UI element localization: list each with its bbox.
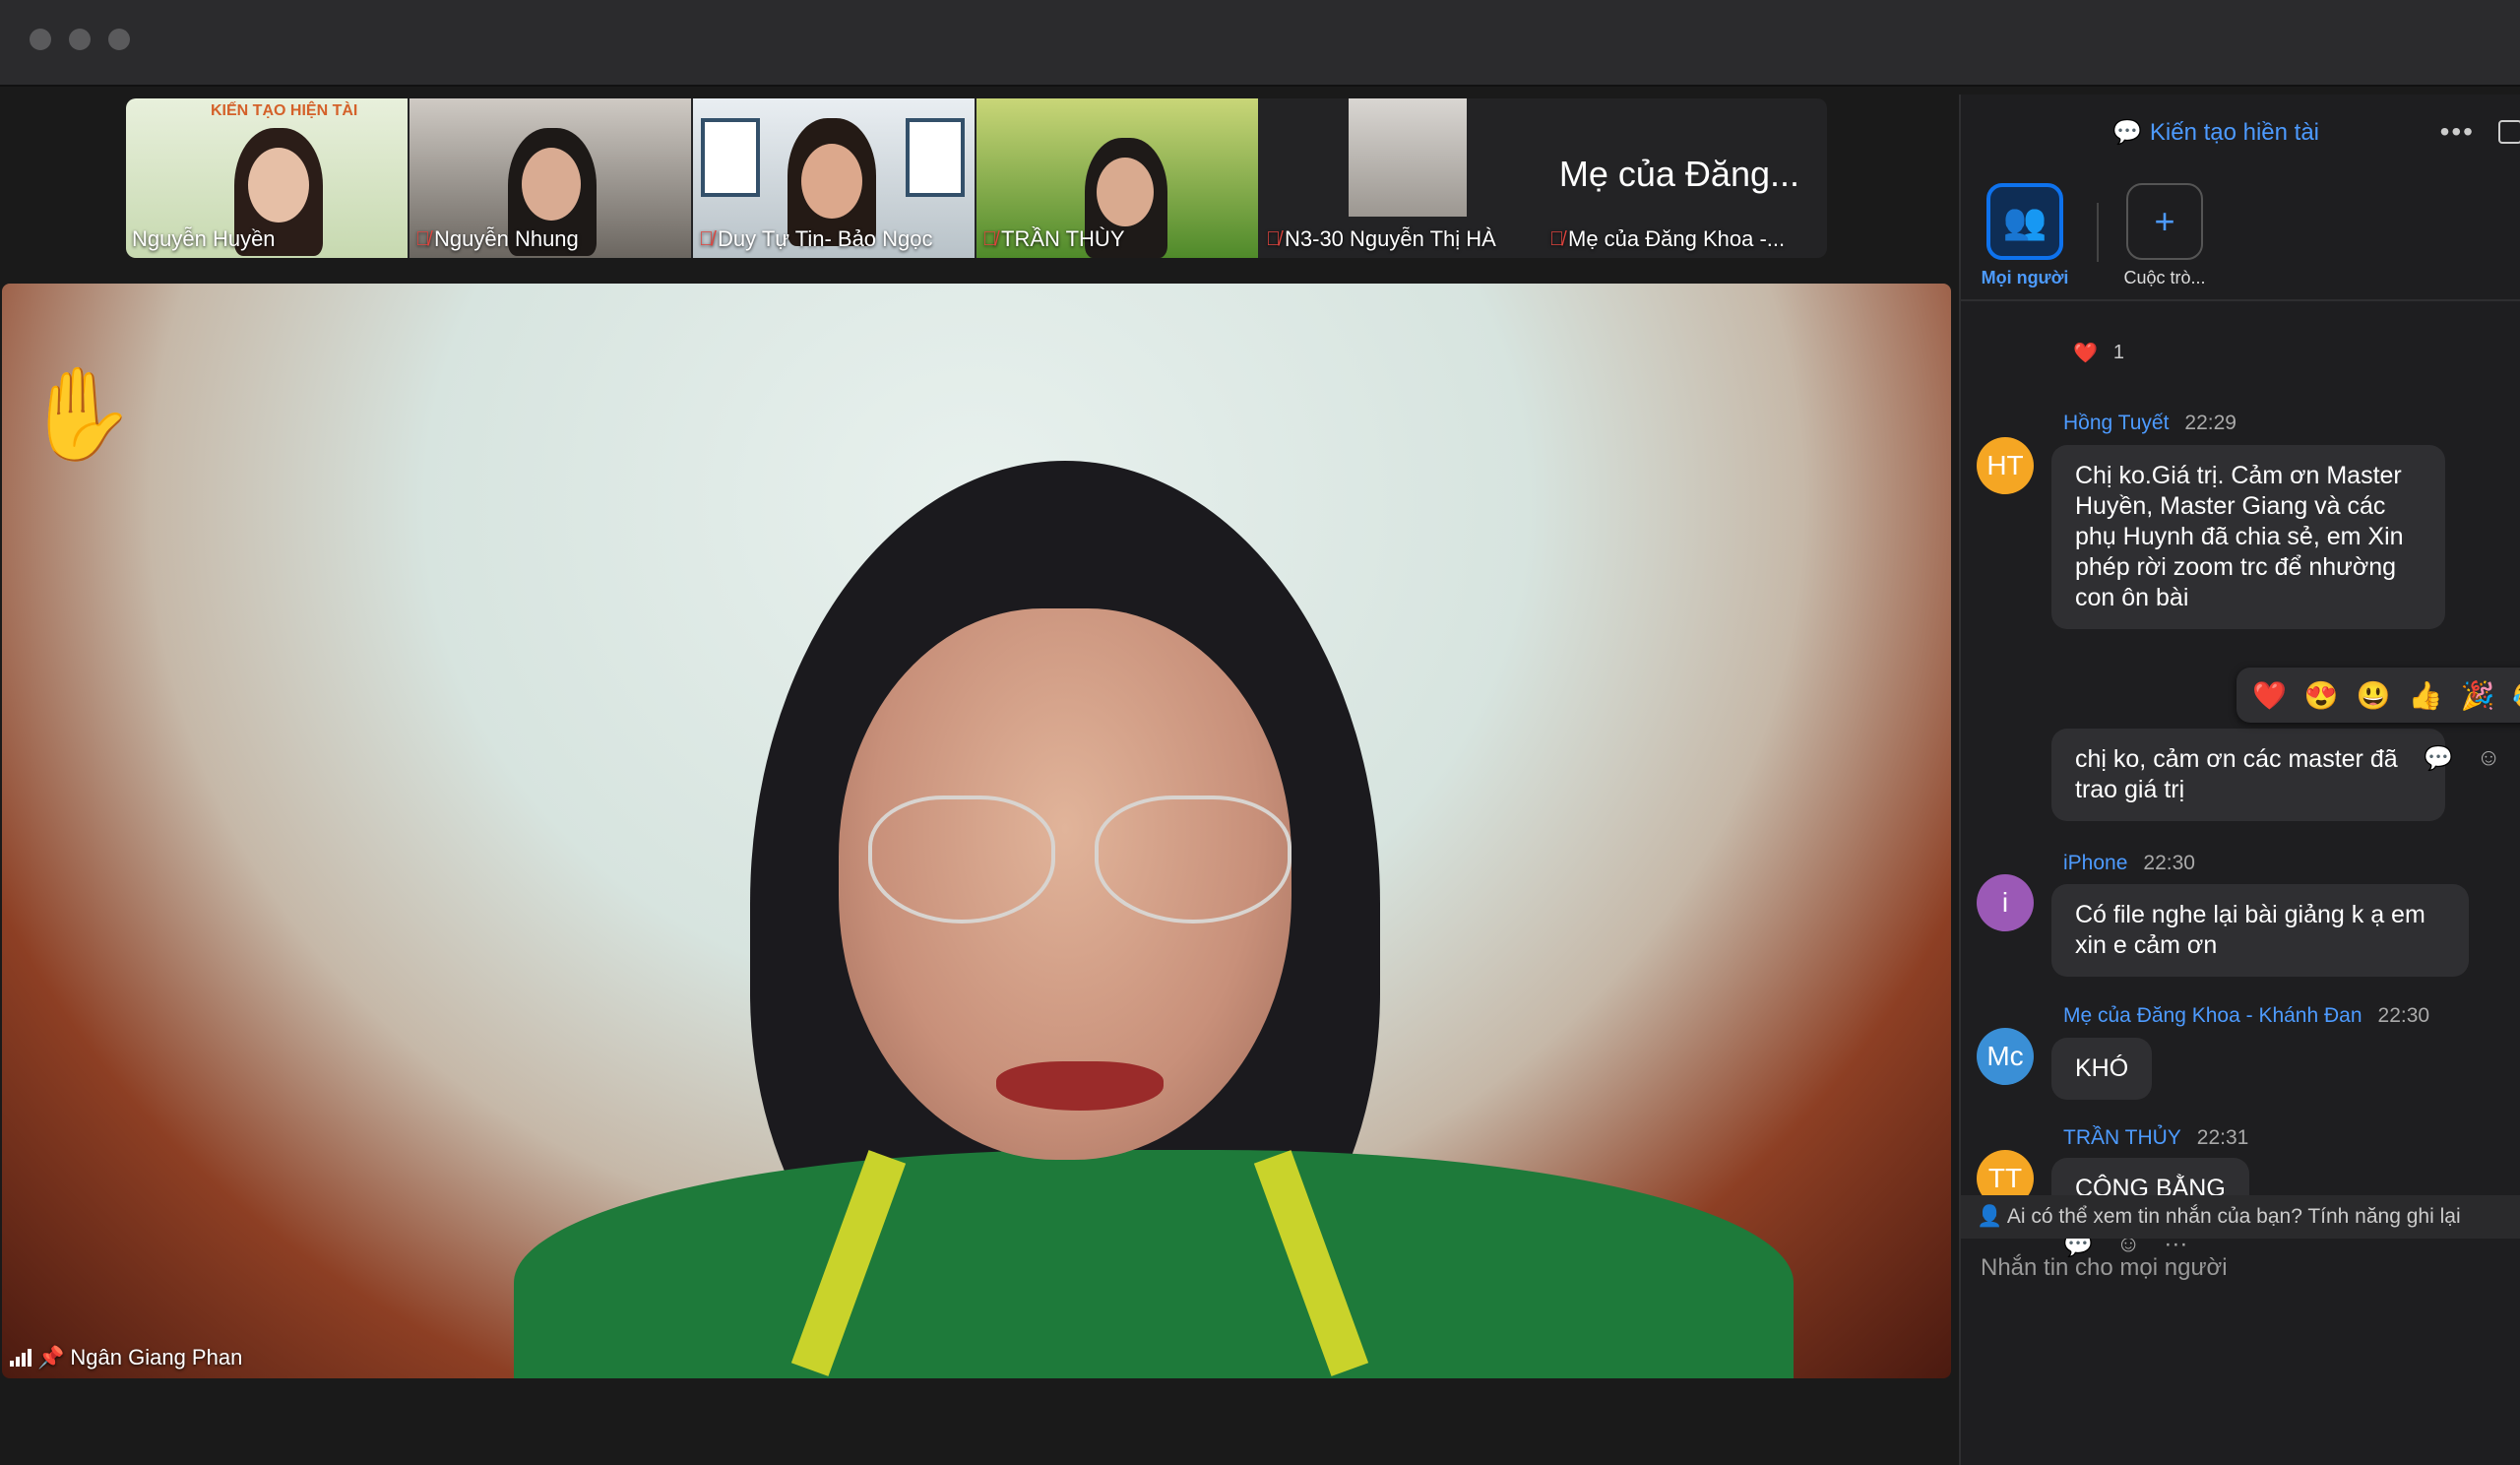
plus-icon: + (2126, 183, 2203, 260)
participant-name: N3-30 Nguyễn Thị HÀ (1285, 226, 1496, 251)
emoji-heart[interactable]: ❤️ (2252, 679, 2287, 712)
chat-title[interactable]: 💬 Kiến tạo hiền tài (2112, 118, 2319, 147)
message-header: Mẹ của Đăng Khoa - Khánh Đan 22:30 (2063, 1004, 2430, 1027)
heart-icon: ❤️ (2073, 343, 2098, 364)
tile-banner: KIẾN TẠO HIỆN TÀI (211, 102, 358, 119)
mic-off-icon: 🎙̸ (1266, 227, 1281, 250)
emoji-smile[interactable]: 😃 (2357, 679, 2391, 712)
participant-name: TRẦN THÙY (1001, 226, 1125, 251)
message-header: Hồng Tuyết 22:29 (2063, 412, 2236, 434)
tab-new-conversation[interactable]: + Cuộc trò... (2101, 183, 2229, 288)
minimize-window-button[interactable] (69, 29, 91, 50)
mic-off-icon: 🎙̸ (699, 227, 714, 250)
emoji-heart-eyes[interactable]: 😍 (2304, 679, 2339, 712)
speaker-name: Ngân Giang Phan (70, 1345, 243, 1369)
popout-icon[interactable] (2498, 120, 2520, 144)
participant-name: Mẹ của Đăng Khoa -... (1568, 226, 1786, 251)
mic-off-icon: 🎙̸ (982, 227, 997, 250)
raised-hand-icon: ✋ (24, 364, 137, 465)
more-options-icon[interactable]: ••• (2440, 116, 2475, 148)
video-stage: KIẾN TẠO HIỆN TÀI Nguyễn Huyền 🎙̸ Nguyễn … (0, 89, 1959, 1465)
avatar: Mc (1977, 1028, 2034, 1085)
message-bubble[interactable]: Chị ko.Giá trị. Cảm ơn Master Huyền, Mas… (2051, 445, 2445, 629)
emoji-party[interactable]: 🎉 (2461, 679, 2495, 712)
mic-off-icon: 🎙̸ (415, 227, 430, 250)
participant-big-name: Mẹ của Đăng... (1558, 154, 1799, 194)
message-bubble[interactable]: Có file nghe lại bài giảng k ạ em xin e … (2051, 884, 2469, 977)
speaker-shirt (514, 1150, 1794, 1378)
emoji-reaction-picker: ❤️ 😍 😃 👍 🎉 😂 (2236, 668, 2520, 723)
participant-strip: KIẾN TẠO HIỆN TÀI Nguyễn Huyền 🎙̸ Nguyễn … (126, 98, 1827, 258)
participant-name: Duy Tự Tin- Bảo Ngọc (718, 226, 933, 251)
signal-strength-icon (10, 1349, 32, 1367)
zoom-window-button[interactable] (108, 29, 130, 50)
participant-tile-4[interactable]: 🎙̸ TRẦN THÙY (976, 98, 1258, 258)
participant-tile-2[interactable]: 🎙̸ Nguyễn Nhung (410, 98, 691, 258)
chat-bubble-icon: 💬 (2112, 119, 2142, 146)
message-list: ❤️ 1 Hồng Tuyết 22:29 HT Chị ko.Giá trị. … (1961, 303, 2520, 1292)
pin-icon: 📌 (37, 1345, 65, 1369)
person-info-icon: 👤 (1977, 1205, 2003, 1228)
participant-name: Nguyễn Huyền (132, 226, 276, 251)
window-titlebar (0, 0, 2520, 87)
message-header: TRẦN THỦY 22:31 (2063, 1126, 2249, 1149)
message-bubble[interactable]: KHÓ (2051, 1038, 2153, 1100)
message-input[interactable]: Nhắn tin cho mọi người (1981, 1254, 2228, 1282)
avatar: i (1977, 874, 2034, 931)
people-group-icon: 👥 (1986, 183, 2063, 260)
close-window-button[interactable] (30, 29, 51, 50)
message-bubble[interactable]: chị ko, cảm ơn các master đã trao giá tr… (2051, 729, 2445, 821)
tab-everyone[interactable]: 👥 Mọi người (1961, 183, 2089, 288)
speaker-label: 📌 Ngân Giang Phan (10, 1345, 242, 1370)
glasses-icon (868, 796, 1055, 924)
active-speaker-video[interactable]: ✋ 📌 Ngân Giang Phan (2, 284, 1951, 1378)
emoji-laugh[interactable]: 😂 (2512, 679, 2520, 712)
participant-tile-6[interactable]: Mẹ của Đăng... 🎙̸ Mẹ của Đăng Khoa -... (1544, 98, 1825, 258)
participant-tile-1[interactable]: KIẾN TẠO HIỆN TÀI Nguyễn Huyền (126, 98, 408, 258)
participant-tile-5[interactable]: 🎙̸ N3-30 Nguyễn Thị HÀ (1260, 98, 1542, 258)
privacy-notice[interactable]: 👤 Ai có thể xem tin nhắn của bạn? Tính n… (1961, 1195, 2520, 1239)
message-header: iPhone 22:30 (2063, 852, 2195, 874)
message-actions: 💬 ☺ (2424, 744, 2500, 773)
add-reaction-icon[interactable]: ☺ (2477, 744, 2501, 773)
mic-off-icon: 🎙̸ (1549, 227, 1564, 250)
chat-tabs: 👥 Mọi người + Cuộc trò... (1961, 183, 2520, 301)
chat-panel: 💬 Kiến tạo hiền tài ••• 👥 Mọi người + Cu… (1959, 95, 2520, 1465)
chat-header: 💬 Kiến tạo hiền tài ••• (1961, 95, 2520, 173)
reply-icon[interactable]: 💬 (2424, 744, 2453, 773)
avatar: HT (1977, 437, 2034, 494)
reaction-chip[interactable]: ❤️ 1 (2073, 341, 2124, 365)
emoji-thumbs-up[interactable]: 👍 (2409, 679, 2443, 712)
participant-tile-3[interactable]: 🎙̸ Duy Tự Tin- Bảo Ngọc (693, 98, 975, 258)
participant-name: Nguyễn Nhung (434, 226, 579, 251)
